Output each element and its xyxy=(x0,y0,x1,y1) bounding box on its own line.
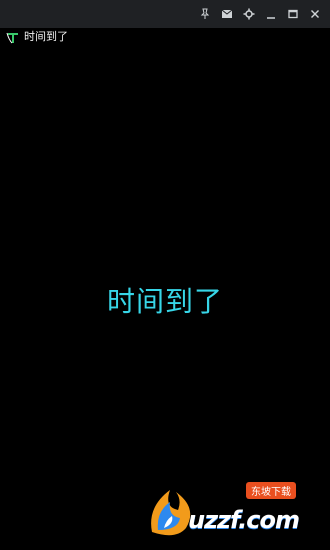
window-controls xyxy=(196,6,324,22)
watermark-badge: 东坡下载 xyxy=(246,482,296,499)
close-icon[interactable] xyxy=(306,6,324,22)
pin-icon[interactable] xyxy=(196,6,214,22)
watermark-logo: 东坡下载 uzzf.com xyxy=(142,482,322,542)
app-title-area: 时间到了 xyxy=(6,28,68,46)
window-titlebar[interactable] xyxy=(0,0,330,28)
window-title: 时间到了 xyxy=(24,30,68,43)
maximize-icon[interactable] xyxy=(284,6,302,22)
watermark-text: uzzf.com xyxy=(188,506,300,534)
app-window: 时间到了 时间到了 东坡下载 uzzf.com xyxy=(0,0,330,550)
time-up-message: 时间到了 xyxy=(106,285,223,318)
app-logo-icon xyxy=(6,30,20,44)
mail-icon[interactable] xyxy=(218,6,236,22)
minimize-icon[interactable] xyxy=(262,6,280,22)
gear-icon[interactable] xyxy=(240,6,258,22)
